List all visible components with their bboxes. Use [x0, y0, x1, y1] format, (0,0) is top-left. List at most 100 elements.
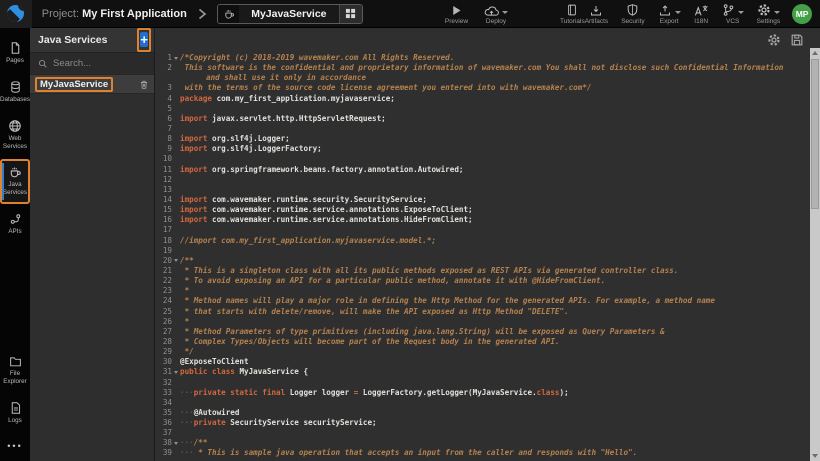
code-line[interactable]: 35···@Autowired — [155, 408, 810, 418]
code-line[interactable]: 12 — [155, 175, 810, 185]
code-line[interactable]: 19 — [155, 246, 810, 256]
sidebar-item-java-services[interactable]: Java Services — [0, 159, 30, 204]
code-line[interactable]: 2 This software is the confidential and … — [155, 63, 810, 73]
code-line[interactable]: 1/*Copyright (c) 2018-2019 wavemaker.com… — [155, 53, 810, 63]
line-number: 3 — [155, 83, 172, 93]
sidebar-item-file-explorer[interactable]: File Explorer — [0, 349, 30, 393]
code-line[interactable]: 29 */ — [155, 347, 810, 357]
code-line[interactable]: 30@ExposeToClient — [155, 357, 810, 367]
service-search-input[interactable]: Search... — [30, 53, 154, 75]
tab-myjavaservice[interactable]: MyJavaService — [217, 4, 363, 24]
gutter-space — [172, 165, 180, 175]
code-editor[interactable]: 1/*Copyright (c) 2018-2019 wavemaker.com… — [155, 28, 820, 461]
code-line[interactable]: 32 — [155, 378, 810, 388]
i18n-button[interactable]: I18N — [694, 0, 709, 28]
export-button[interactable]: Export — [658, 0, 681, 28]
code-line[interactable]: 34 — [155, 398, 810, 408]
gutter-space — [172, 276, 180, 286]
delete-service-button[interactable] — [139, 79, 149, 90]
code-line[interactable]: 8import org.slf4j.Logger; — [155, 134, 810, 144]
coffee-icon — [218, 5, 239, 23]
code-line[interactable]: 27 * Method Parameters of type primitive… — [155, 327, 810, 337]
line-number: 32 — [155, 378, 172, 388]
add-service-button[interactable]: + — [140, 32, 148, 47]
tutorials-button[interactable]: Tutorials — [560, 0, 585, 28]
code-line[interactable]: 16import com.wavemaker.runtime.service.a… — [155, 215, 810, 225]
sidebar-item-logs[interactable]: Logs — [0, 395, 30, 432]
save-button[interactable] — [790, 33, 804, 47]
code-line[interactable]: 33···private static final Logger logger … — [155, 388, 810, 398]
project-name[interactable]: My First Application — [82, 8, 187, 20]
scroll-up-icon[interactable] — [810, 48, 820, 58]
grid-icon[interactable] — [339, 5, 362, 23]
gutter-space — [172, 134, 180, 144]
more-options-button[interactable]: ••• — [0, 433, 30, 461]
security-button[interactable]: Security — [621, 0, 644, 28]
scroll-down-icon[interactable] — [810, 451, 820, 461]
code-line[interactable]: 13 — [155, 185, 810, 195]
line-number: 8 — [155, 134, 172, 144]
gutter-space — [172, 428, 180, 438]
code-line[interactable]: 3 with the terms of the source code lice… — [155, 83, 810, 93]
sidebar-item-web-services[interactable]: Web Services — [0, 113, 30, 158]
scrollbar-thumb[interactable] — [811, 59, 819, 209]
code-line[interactable]: 7 — [155, 124, 810, 134]
line-number: 25 — [155, 307, 172, 317]
code-line[interactable]: 37 — [155, 428, 810, 438]
line-number: 29 — [155, 347, 172, 357]
code-line[interactable]: 23 * — [155, 286, 810, 296]
gear-icon — [757, 3, 771, 17]
code-line[interactable]: 24 * Method names will play a major role… — [155, 296, 810, 306]
editor-scrollbar[interactable] — [810, 48, 820, 461]
service-list-item[interactable]: MyJavaService — [30, 75, 154, 94]
code-line[interactable]: 26 * — [155, 317, 810, 327]
code-line[interactable]: 36···private SecurityService securitySer… — [155, 418, 810, 428]
chevron-right-icon[interactable] — [197, 8, 207, 20]
code-line[interactable]: 39··· * This is sample java operation th… — [155, 448, 810, 458]
user-avatar[interactable]: MP — [792, 4, 812, 24]
code-line[interactable]: 21 * This is a singleton class with all … — [155, 266, 810, 276]
folder-icon — [9, 355, 22, 368]
code-line[interactable]: 10 — [155, 154, 810, 164]
preview-button[interactable]: Preview — [445, 0, 468, 28]
code-line[interactable]: 31public class MyJavaService { — [155, 367, 810, 377]
gutter-space — [172, 246, 180, 256]
code-line[interactable]: 25 * that starts with delete/remove, wil… — [155, 307, 810, 317]
artifacts-button[interactable]: Artifacts — [585, 0, 608, 28]
code-line[interactable]: and shall use it only in accordance — [155, 73, 810, 83]
code-line[interactable]: 5 — [155, 104, 810, 114]
fold-marker-icon[interactable] — [172, 438, 180, 448]
code-line[interactable]: 38···/** — [155, 438, 810, 448]
code-line[interactable]: 17 — [155, 225, 810, 235]
sidebar-item-pages[interactable]: Pages — [0, 35, 30, 72]
line-number: 1 — [155, 53, 172, 63]
code-line[interactable]: 20/** — [155, 256, 810, 266]
code-line[interactable]: 11import org.springframework.beans.facto… — [155, 165, 810, 175]
gutter-space — [172, 63, 180, 73]
code-line[interactable]: 9import org.slf4j.LoggerFactory; — [155, 144, 810, 154]
code-line[interactable]: 15import com.wavemaker.runtime.service.a… — [155, 205, 810, 215]
settings-button[interactable]: Settings — [757, 0, 781, 28]
editor-settings-button[interactable] — [767, 33, 781, 47]
cloud-up-icon — [484, 5, 499, 17]
code-content[interactable]: 1/*Copyright (c) 2018-2019 wavemaker.com… — [155, 53, 810, 459]
sidebar-item-databases[interactable]: Databases — [0, 74, 30, 111]
line-number: 24 — [155, 296, 172, 306]
fold-marker-icon[interactable] — [172, 256, 180, 266]
line-number: 18 — [155, 236, 172, 246]
code-line[interactable]: 18//import com.my_first_application.myja… — [155, 236, 810, 246]
gutter-space — [172, 448, 180, 458]
fold-marker-icon[interactable] — [172, 367, 180, 377]
deploy-button[interactable]: Deploy — [484, 0, 508, 28]
code-line[interactable]: 14import com.wavemaker.runtime.security.… — [155, 195, 810, 205]
wavemaker-logo[interactable] — [0, 0, 32, 28]
gutter-space — [172, 205, 180, 215]
code-line[interactable]: 28 * Complex Types/Objects will become p… — [155, 337, 810, 347]
sidebar-item-apis[interactable]: APIs — [0, 206, 30, 243]
vcs-button[interactable]: VCS — [722, 0, 744, 28]
code-line[interactable]: 22 * To avoid exposing an API for a part… — [155, 276, 810, 286]
fold-marker-icon[interactable] — [172, 53, 180, 63]
line-number: 17 — [155, 225, 172, 235]
code-line[interactable]: 4package com.my_first_application.myjava… — [155, 94, 810, 104]
code-line[interactable]: 6import javax.servlet.http.HttpServletRe… — [155, 114, 810, 124]
